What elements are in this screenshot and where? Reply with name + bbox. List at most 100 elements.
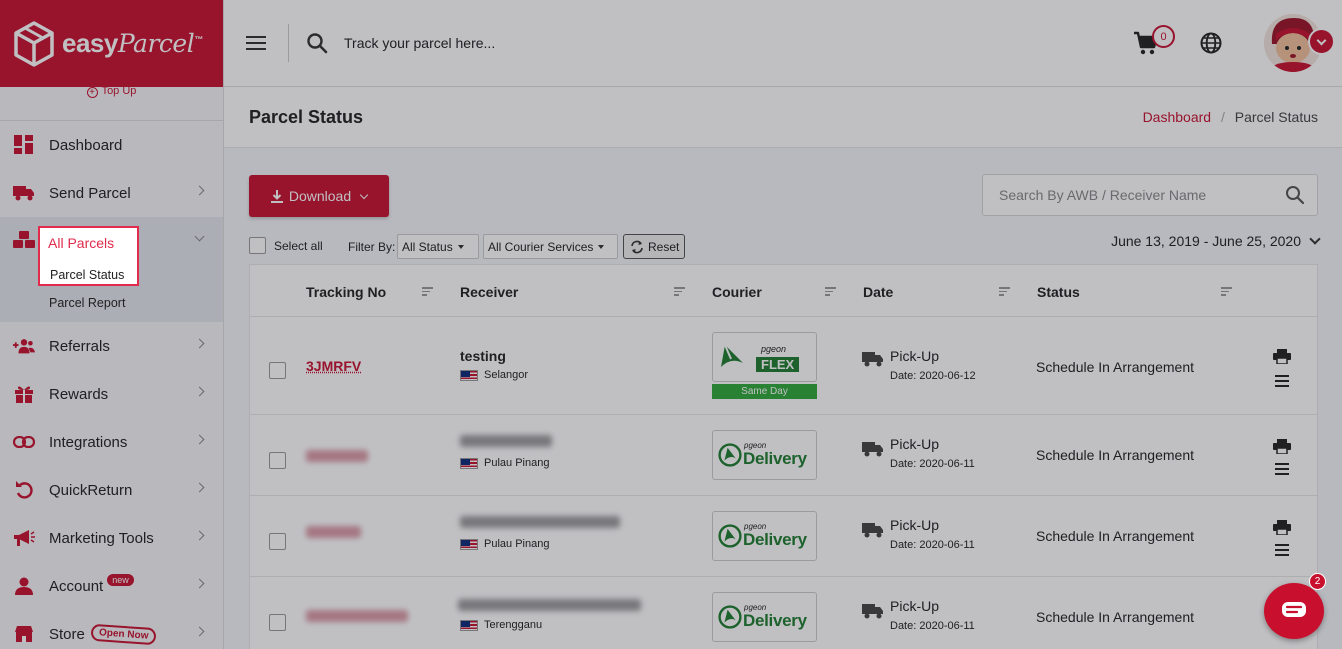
sidebar-item-account[interactable]: Account new [0,562,223,610]
redacted-tracking-number[interactable] [306,610,408,622]
menu-icon[interactable] [1275,375,1289,390]
row-checkbox[interactable] [269,533,286,550]
sort-icon[interactable] [1221,287,1232,298]
pgeon-bird-icon [718,443,742,467]
status-filter-dropdown[interactable]: All Status [397,234,479,259]
status-text: Schedule In Arrangement [1036,609,1194,625]
chevron-right-icon [194,434,205,445]
brand-logo[interactable]: easyParcel™ [0,0,223,87]
plus-circle-icon: + [86,87,98,98]
filter-row: Select all Filter By: All Status All Cou… [249,233,1321,259]
awb-search-input[interactable] [999,187,1279,203]
event-label: Pick-Up [890,348,940,364]
receiver-location: Pulau Pinang [460,457,549,469]
hamburger-menu-icon[interactable] [246,32,266,54]
sidebar-item-label: Marketing Tools [49,529,154,547]
status-text: Schedule In Arrangement [1036,359,1194,375]
sidebar-nav-lower: Referrals Rewards Integrations QuickRetu… [0,322,223,649]
column-header-status[interactable]: Status [1037,284,1080,300]
chevron-right-icon [194,185,205,196]
select-all-label: Select all [274,238,323,253]
select-all-checkbox[interactable] [249,237,266,254]
service-label: Same Day [712,384,817,399]
column-header-date[interactable]: Date [863,284,893,300]
printer-icon[interactable] [1273,439,1291,454]
sidebar-item-label: Send Parcel [49,184,131,202]
sort-icon[interactable] [825,287,836,298]
tracking-number-link[interactable]: 3JMRFV [306,358,361,374]
printer-icon[interactable] [1273,520,1291,535]
boxes-icon [13,231,35,251]
search-icon[interactable] [306,32,328,54]
chat-button[interactable] [1264,583,1324,639]
menu-icon[interactable] [1275,463,1289,478]
event-label: Pick-Up [890,517,940,533]
event-date: Date: 2020-06-12 [890,370,976,382]
column-header-tracking-no[interactable]: Tracking No [306,284,386,300]
top-up-label: Top Up [101,85,137,97]
sidebar-subitem-parcel-report[interactable]: Parcel Report [49,296,125,310]
row-checkbox[interactable] [269,452,286,469]
sidebar-item-label: QuickReturn [49,481,133,499]
chevron-down-icon[interactable] [1308,28,1335,55]
courier-filter-value: All Courier Services [488,240,594,254]
parcel-table: Tracking No Receiver Courier Date Status… [249,264,1318,649]
menu-icon[interactable] [1275,544,1289,559]
malaysia-flag-icon [460,457,478,469]
redacted-tracking-number[interactable] [306,526,361,538]
globe-icon[interactable] [1200,32,1222,54]
all-parcels-highlight-label[interactable]: All Parcels [48,235,114,251]
sidebar-item-dashboard[interactable]: Dashboard [0,121,223,169]
sidebar-item-store[interactable]: Store Open Now [0,610,223,649]
sidebar-item-rewards[interactable]: Rewards [0,370,223,418]
parcel-status-highlight-label[interactable]: Parcel Status [50,268,124,282]
reset-label: Reset [648,239,680,254]
logo-text: easyParcel™ [62,28,203,58]
gift-icon [13,384,35,404]
sidebar-item-referrals[interactable]: Referrals [0,322,223,370]
receiver-location: Terengganu [460,619,542,631]
select-all[interactable]: Select all [249,237,323,254]
sort-icon[interactable] [422,287,433,298]
courier-brand: pgeon [761,344,787,354]
chevron-right-icon [194,338,205,349]
redacted-tracking-number[interactable] [306,450,368,462]
receiver-location: Selangor [460,369,528,381]
column-header-courier[interactable]: Courier [712,284,762,300]
truck-icon [862,442,883,457]
breadcrumb: Dashboard / Parcel Status [1143,109,1318,125]
megaphone-icon [13,528,35,548]
sidebar-item-send-parcel[interactable]: Send Parcel [0,169,223,217]
printer-icon[interactable] [1273,349,1291,364]
download-button[interactable]: Download [249,175,389,217]
reset-button[interactable]: Reset [623,234,685,259]
receiver-name: testing [460,348,506,364]
chevron-right-icon [194,530,205,541]
malaysia-flag-icon [460,619,478,631]
sidebar-item-marketing-tools[interactable]: Marketing Tools [0,514,223,562]
refresh-icon [631,240,643,253]
date-range-picker[interactable]: June 13, 2019 - June 25, 2020 [1111,233,1321,249]
courier-word: Delivery [743,611,807,630]
sidebar-item-label: Account [49,577,104,595]
column-header-receiver[interactable]: Receiver [460,284,518,300]
courier-logo: pgeon Delivery [712,511,817,561]
date-range-value: June 13, 2019 - June 25, 2020 [1111,233,1301,249]
top-up-link[interactable]: + Top Up [0,85,223,121]
sidebar-item-integrations[interactable]: Integrations [0,418,223,466]
courier-filter-dropdown[interactable]: All Courier Services [483,234,618,259]
courier-logo: pgeon Delivery [712,430,817,480]
open-now-badge: Open Now [90,623,157,645]
truck-icon [862,523,883,538]
sort-icon[interactable] [999,287,1010,298]
dashboard-icon [13,135,35,155]
sidebar-item-quickreturn[interactable]: QuickReturn [0,466,223,514]
search-icon[interactable] [1285,185,1305,205]
breadcrumb-separator: / [1220,109,1225,125]
row-checkbox[interactable] [269,614,286,631]
breadcrumb-dashboard-link[interactable]: Dashboard [1143,109,1212,125]
track-parcel-input[interactable]: Track your parcel here... [344,35,495,51]
row-checkbox[interactable] [269,362,286,379]
sort-icon[interactable] [674,287,685,298]
top-bar: Track your parcel here... 0 [224,0,1342,87]
